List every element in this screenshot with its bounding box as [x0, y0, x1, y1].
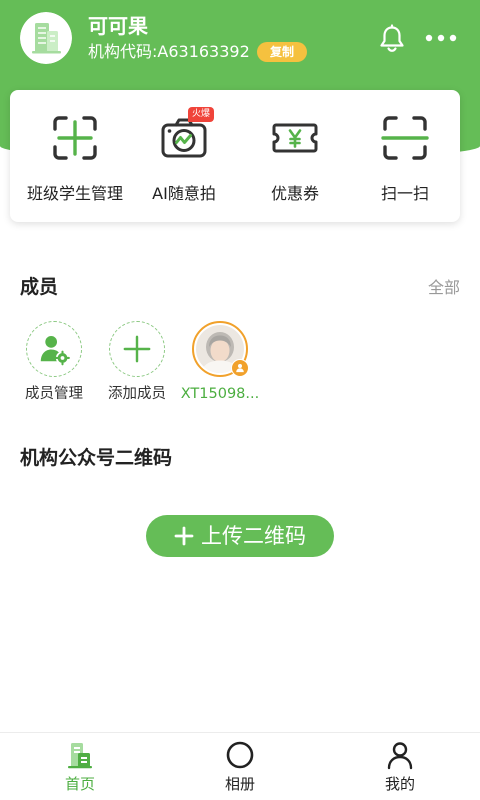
add-member-circle [109, 321, 165, 377]
camera-icon: 火爆 [160, 107, 215, 162]
profile-icon [385, 740, 415, 770]
app-screen: 可可果 机构代码:A63163392 复制 班级学生管理 火爆 AI随意拍 优惠… [0, 0, 480, 800]
upload-qr-button[interactable]: 上传二维码 [146, 515, 334, 557]
building-icon [20, 12, 72, 64]
tab-label: 首页 [64, 775, 95, 793]
coupon-icon [271, 114, 319, 162]
quick-action-label: 扫一扫 [380, 184, 429, 203]
tab-album[interactable]: 相册 [190, 733, 290, 800]
org-code: 机构代码:A63163392 [88, 42, 250, 61]
class-student-management-icon [51, 114, 99, 162]
member-label: XT15098... [180, 386, 260, 402]
member-manage-circle [26, 321, 82, 377]
person-icon [236, 364, 244, 373]
tab-mine[interactable]: 我的 [350, 733, 450, 800]
scan-icon [381, 114, 429, 162]
member-manage-icon [40, 336, 70, 366]
bell-icon[interactable] [378, 23, 406, 53]
quick-actions-card: 班级学生管理 火爆 AI随意拍 优惠券 扫一扫 [10, 90, 460, 222]
plus-icon [174, 526, 194, 546]
avatar [192, 321, 249, 377]
member-role-badge [231, 359, 249, 377]
member-item[interactable]: XT15098... [170, 321, 270, 407]
tab-home[interactable]: 首页 [30, 733, 130, 800]
tab-label: 我的 [384, 775, 415, 793]
org-name: 可可果 [88, 14, 148, 38]
plus-icon [123, 335, 151, 363]
tab-label: 相册 [224, 775, 255, 793]
home-building-icon [65, 740, 95, 770]
members-section-title: 成员 [20, 276, 59, 298]
album-circle-icon [225, 740, 255, 770]
copy-button[interactable]: 复制 [257, 42, 307, 62]
quick-action-scan[interactable]: 扫一扫 [350, 90, 460, 222]
org-avatar[interactable] [20, 12, 72, 64]
qr-section-title: 机构公众号二维码 [20, 447, 173, 469]
quick-action-coupon[interactable]: 优惠券 [240, 90, 350, 222]
quick-action-ai-photo[interactable]: 火爆 AI随意拍 [129, 90, 239, 222]
more-icon[interactable] [425, 34, 457, 42]
upload-qr-label: 上传二维码 [201, 524, 306, 548]
view-all-members-link[interactable]: 全部 [428, 277, 460, 299]
bottom-tab-bar: 首页 相册 我的 [0, 732, 480, 800]
quick-action-class-student-management[interactable]: 班级学生管理 [20, 90, 130, 222]
hot-badge: 火爆 [188, 107, 215, 122]
